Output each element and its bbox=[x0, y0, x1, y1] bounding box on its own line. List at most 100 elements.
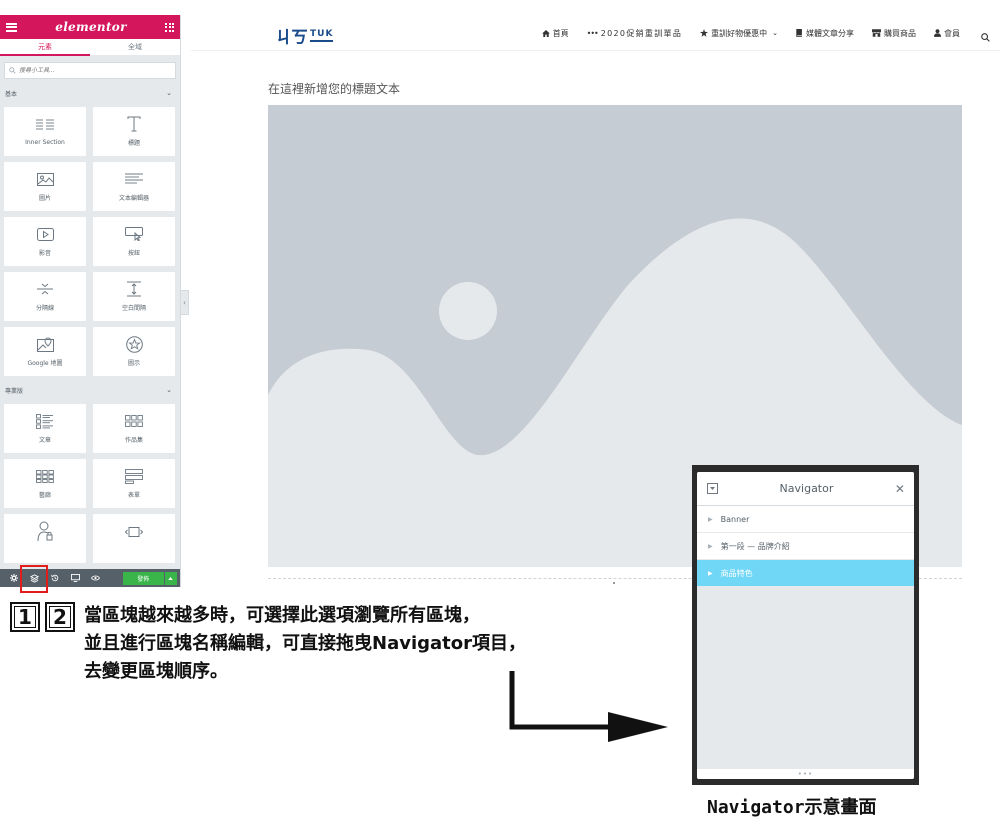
navigator-caption: Navigator示意畫面 bbox=[707, 797, 877, 818]
video-icon bbox=[35, 226, 55, 242]
home-icon bbox=[541, 29, 550, 37]
step-badges: 1 2 bbox=[10, 602, 75, 632]
book-icon bbox=[796, 29, 802, 37]
widget-posts[interactable]: 文章 bbox=[4, 404, 86, 453]
caret-up-icon bbox=[168, 576, 174, 580]
annotation-line: 當區塊越來越多時，可選擇此選項瀏覽所有區塊， bbox=[84, 605, 480, 626]
menu-icon[interactable] bbox=[6, 22, 17, 32]
widget-divider[interactable]: 分隔線 bbox=[4, 272, 86, 321]
navigator-title: Navigator bbox=[779, 482, 834, 495]
navigator-item-brand-intro[interactable]: ▶ 第一段 — 品牌介紹 bbox=[697, 533, 914, 560]
chevron-down-icon: ⌄ bbox=[166, 386, 172, 394]
user-icon bbox=[934, 29, 941, 37]
widget-search-input[interactable] bbox=[19, 67, 159, 74]
widget-inner-section[interactable]: Inner Section bbox=[4, 107, 86, 156]
widget-login[interactable] bbox=[4, 514, 86, 563]
login-icon bbox=[35, 521, 55, 541]
button-icon bbox=[124, 226, 144, 242]
nav-articles[interactable]: 媒體文章分享 bbox=[796, 28, 854, 39]
star-icon bbox=[124, 335, 144, 353]
navigator-item-product-features[interactable]: ▶ 商品特色 bbox=[697, 560, 914, 587]
responsive-desktop-icon[interactable] bbox=[65, 569, 85, 587]
panel-header: elementor bbox=[0, 15, 180, 39]
resize-dots-icon: ••• bbox=[797, 770, 814, 778]
navigator-item-label: Banner bbox=[720, 514, 750, 524]
elementor-logo: elementor bbox=[55, 20, 127, 34]
heading-icon bbox=[124, 116, 144, 132]
search-icon bbox=[981, 33, 990, 42]
widget-label: 表單 bbox=[127, 492, 140, 499]
widgets-grid-icon[interactable] bbox=[165, 22, 174, 32]
image-icon bbox=[35, 171, 55, 187]
slides-icon bbox=[124, 524, 144, 540]
logo-mark: ㄐㄎ bbox=[275, 28, 308, 48]
close-icon[interactable]: ✕ bbox=[895, 482, 905, 496]
widget-label: 標題 bbox=[127, 140, 140, 147]
nav-member[interactable]: 會員 bbox=[934, 28, 960, 39]
widget-label: 影音 bbox=[38, 250, 51, 257]
step-badge-1: 1 bbox=[10, 602, 40, 632]
nav-label: 首頁 bbox=[552, 28, 569, 38]
text-editor-icon bbox=[124, 171, 144, 187]
inner-section-icon bbox=[35, 117, 55, 133]
widget-form[interactable]: 表單 bbox=[93, 459, 175, 508]
chevron-down-icon: ⌄ bbox=[772, 29, 778, 37]
widget-gallery[interactable]: 藝廊 bbox=[4, 459, 86, 508]
widget-label: 作品集 bbox=[124, 437, 143, 444]
pointer-arrow bbox=[509, 671, 668, 742]
widget-portfolio[interactable]: 作品集 bbox=[93, 404, 175, 453]
nav-promo[interactable]: ••• 2020促銷重訓單品 bbox=[587, 28, 683, 39]
widget-label: 圖片 bbox=[38, 195, 51, 202]
logo-text: TUK bbox=[310, 29, 334, 42]
tab-global[interactable]: 全域 bbox=[90, 39, 180, 56]
widget-search[interactable] bbox=[4, 62, 176, 79]
widget-spacer[interactable]: 空白間隔 bbox=[93, 272, 175, 321]
caret-right-icon[interactable]: ▶ bbox=[708, 570, 713, 577]
site-search-button[interactable] bbox=[981, 27, 990, 46]
widget-image[interactable]: 圖片 bbox=[4, 162, 86, 211]
widget-slides[interactable] bbox=[93, 514, 175, 563]
publish-options-button[interactable] bbox=[164, 571, 178, 585]
caret-right-icon[interactable]: ▶ bbox=[708, 516, 713, 523]
widget-label: 空白間隔 bbox=[121, 305, 146, 312]
widget-video[interactable]: 影音 bbox=[4, 217, 86, 266]
store-icon bbox=[872, 29, 881, 37]
widget-text-editor[interactable]: 文本編輯器 bbox=[93, 162, 175, 211]
search-icon bbox=[9, 67, 16, 74]
widget-label: 文本編輯器 bbox=[118, 195, 149, 202]
widget-icon[interactable]: 圖示 bbox=[93, 327, 175, 376]
widget-grid-basic: Inner Section 標題 圖片 文本編輯器 影音 按鈕 分隔線 空白間隔… bbox=[0, 101, 180, 380]
category-title: 基本 bbox=[5, 90, 18, 98]
panel-collapse-handle[interactable]: ‹ bbox=[181, 290, 189, 315]
page-heading-widget[interactable]: 在這裡新增您的標題文本 bbox=[268, 80, 400, 97]
navigator-item-banner[interactable]: ▶ Banner bbox=[697, 506, 914, 533]
nav-deals[interactable]: 重訓好物優惠中 ⌄ bbox=[700, 28, 778, 39]
collapse-all-icon[interactable] bbox=[707, 483, 718, 494]
category-title: 專業版 bbox=[5, 387, 24, 395]
widget-label: 分隔線 bbox=[35, 305, 54, 312]
nav-label: 媒體文章分享 bbox=[806, 28, 854, 38]
tab-elements[interactable]: 元素 bbox=[0, 39, 90, 56]
form-icon bbox=[124, 468, 144, 484]
category-pro[interactable]: 專業版 ⌄ bbox=[0, 382, 180, 398]
caret-right-icon[interactable]: ▶ bbox=[708, 543, 713, 550]
site-logo[interactable]: ㄐㄎ TUK bbox=[275, 23, 334, 48]
category-basic[interactable]: 基本 ⌄ bbox=[0, 85, 180, 101]
nav-shop[interactable]: 購買商品 bbox=[872, 28, 916, 39]
nav-label: 購買商品 bbox=[884, 28, 916, 38]
widget-label: Google 地圖 bbox=[27, 360, 63, 367]
widget-label: 藝廊 bbox=[38, 492, 51, 499]
nav-home[interactable]: 首頁 bbox=[541, 28, 569, 39]
posts-icon bbox=[35, 413, 55, 429]
handle-dot bbox=[613, 582, 615, 584]
elementor-panel: elementor 元素 全域 基本 ⌄ Inner Section 標題 圖片… bbox=[0, 15, 181, 587]
google-maps-icon bbox=[35, 336, 55, 352]
widget-google-maps[interactable]: Google 地圖 bbox=[4, 327, 86, 376]
widget-button[interactable]: 按鈕 bbox=[93, 217, 175, 266]
navigator-resize-handle[interactable]: ••• bbox=[697, 769, 914, 779]
widget-heading[interactable]: 標題 bbox=[93, 107, 175, 156]
widget-label: 圖示 bbox=[127, 360, 140, 367]
publish-button[interactable]: 發佈 bbox=[122, 571, 164, 585]
chevron-down-icon: ⌄ bbox=[166, 89, 172, 97]
preview-eye-icon[interactable] bbox=[86, 569, 106, 587]
